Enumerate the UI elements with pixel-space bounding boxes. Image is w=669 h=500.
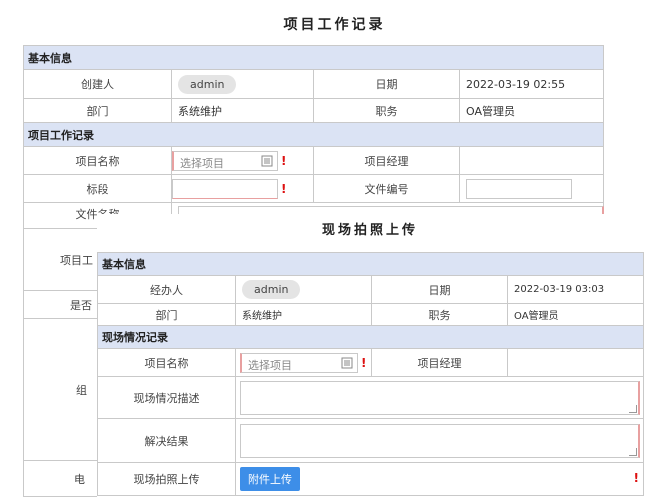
- resize-grip-icon[interactable]: [629, 404, 637, 413]
- back-section-basic: 基本信息: [23, 45, 604, 70]
- creator-label: 创建人: [23, 69, 172, 99]
- project-name-label: 项目名称: [23, 146, 172, 175]
- front-dept-label: 部门: [97, 303, 236, 326]
- handler-label: 经办人: [97, 275, 236, 304]
- front-form-title: 现场拍照上传: [97, 214, 643, 241]
- dept-label: 部门: [23, 98, 172, 123]
- creator-value: admin: [178, 74, 237, 94]
- front-project-manager-label: 项目经理: [371, 348, 508, 377]
- front-project-select-placeholder: 选择项目: [248, 358, 292, 372]
- front-section-site: 现场情况记录: [97, 325, 644, 349]
- front-project-manager-value: [507, 348, 644, 377]
- project-manager-label: 项目经理: [313, 146, 460, 175]
- back-form-title: 项目工作记录: [283, 17, 386, 33]
- upload-button[interactable]: 附件上传: [240, 467, 300, 491]
- front-project-name-label: 项目名称: [97, 348, 236, 377]
- required-asterisk: !: [361, 355, 367, 370]
- project-manager-value: [459, 146, 604, 175]
- project-select-placeholder: 选择项目: [180, 156, 224, 170]
- position-value: OA管理员: [459, 98, 604, 123]
- front-form: 基本信息 经办人 admin 日期 2022-03-19 03:03 部门 系统…: [97, 252, 644, 496]
- position-label: 职务: [313, 98, 460, 123]
- front-date-value: 2022-03-19 03:03: [507, 275, 644, 304]
- front-date-label: 日期: [371, 275, 508, 304]
- photo-upload-label: 现场拍照上传: [97, 462, 236, 496]
- site-desc-label: 现场情况描述: [97, 376, 236, 419]
- handler-value: admin: [242, 280, 301, 299]
- file-no-input[interactable]: [466, 178, 572, 199]
- front-position-value: OA管理员: [507, 303, 644, 326]
- required-asterisk: !: [281, 153, 287, 168]
- front-project-select[interactable]: 选择项目: [240, 352, 358, 373]
- dept-value: 系统维护: [171, 98, 314, 123]
- back-section-work: 项目工作记录: [23, 122, 604, 147]
- tender-input[interactable]: [172, 178, 278, 199]
- required-asterisk: !: [633, 471, 639, 485]
- solution-label: 解决结果: [97, 418, 236, 463]
- date-value: 2022-03-19 02:55: [459, 69, 604, 99]
- solution-textarea[interactable]: [240, 423, 640, 458]
- project-select[interactable]: 选择项目: [172, 150, 278, 171]
- front-position-label: 职务: [371, 303, 508, 326]
- date-label: 日期: [313, 69, 460, 99]
- site-desc-textarea[interactable]: [240, 380, 640, 415]
- file-no-label: 文件编号: [313, 174, 460, 203]
- calendar-list-icon[interactable]: [261, 155, 273, 167]
- calendar-list-icon[interactable]: [341, 357, 353, 369]
- front-section-basic: 基本信息: [97, 252, 644, 276]
- tender-label: 标段: [23, 174, 172, 203]
- required-asterisk: !: [281, 181, 287, 196]
- front-dept-value: 系统维护: [235, 303, 372, 326]
- resize-grip-icon[interactable]: [629, 447, 637, 456]
